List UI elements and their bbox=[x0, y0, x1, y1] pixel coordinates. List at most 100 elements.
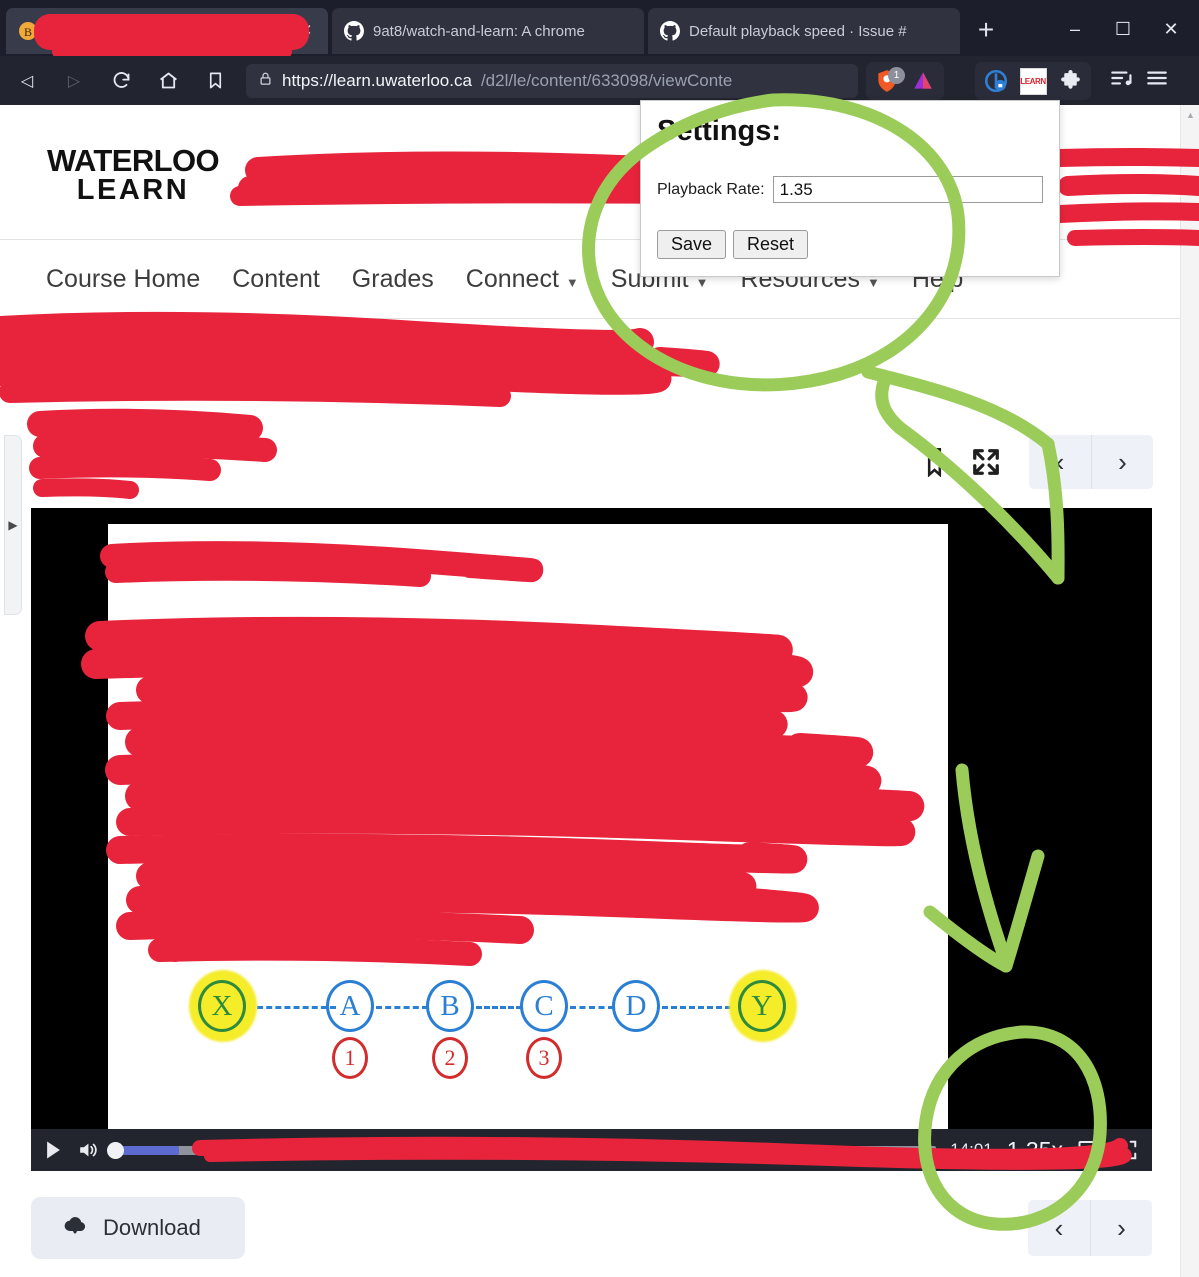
diagram-node-d: D bbox=[612, 980, 660, 1032]
cloud-download-icon bbox=[61, 1212, 89, 1244]
window-controls: – ☐ ✕ bbox=[1053, 10, 1193, 48]
nav-item-grades[interactable]: Grades bbox=[336, 265, 450, 294]
browser-chrome: B × 9at8/watch-and-learn: A chrome Defau… bbox=[0, 0, 1199, 105]
brave-rewards-group: 1 bbox=[866, 62, 944, 100]
url-host: https://learn.uwaterloo.ca bbox=[282, 71, 472, 90]
browser-tab-2-title: 9at8/watch-and-learn: A chrome bbox=[373, 22, 585, 40]
page-scrollbar[interactable]: ▲ bbox=[1180, 105, 1199, 1277]
settings-actions: Save Reset bbox=[657, 230, 1043, 259]
course-title: Winter 202 bbox=[510, 158, 641, 188]
puzzle-extensions-icon[interactable] bbox=[1053, 65, 1087, 97]
chevron-down-icon: ▼ bbox=[866, 275, 880, 290]
back-icon[interactable]: ◁ bbox=[7, 61, 47, 101]
playlist-icon[interactable] bbox=[1104, 62, 1138, 94]
home-icon[interactable] bbox=[148, 61, 188, 101]
address-bar[interactable]: https://learn.uwaterloo.ca/d2l/le/conten… bbox=[246, 64, 858, 98]
screenshot-root: B × 9at8/watch-and-learn: A chrome Defau… bbox=[0, 0, 1199, 1277]
chevron-down-icon: ▼ bbox=[565, 275, 579, 290]
github-icon bbox=[660, 21, 680, 41]
diagram-label-1: 1 bbox=[332, 1037, 368, 1079]
content-pager: ‹ › bbox=[1029, 435, 1153, 489]
reset-button[interactable]: Reset bbox=[733, 230, 809, 259]
diagram-node-x: X bbox=[198, 980, 246, 1032]
slide-diagram: X A B C D Y 1 2 3 bbox=[189, 970, 858, 1099]
playback-rate-label: Playback Rate: bbox=[657, 180, 765, 198]
url-path: /d2l/le/content/633098/viewConte bbox=[480, 71, 733, 90]
download-label: Download bbox=[103, 1215, 201, 1240]
hamburger-menu-icon[interactable] bbox=[1140, 62, 1174, 94]
learn-extension-icon[interactable]: LEARN bbox=[1016, 65, 1050, 97]
bottom-next-button[interactable]: › bbox=[1090, 1200, 1152, 1256]
prev-page-button[interactable]: ‹ bbox=[1029, 435, 1091, 489]
browser-tab-3-title: Default playback speed · Issue # bbox=[689, 22, 907, 40]
diagram-edge bbox=[570, 1006, 614, 1009]
nav-label: Course Home bbox=[46, 265, 201, 293]
extensions-group: LEARN bbox=[975, 62, 1091, 100]
diagram-label-2: 2 bbox=[432, 1037, 468, 1079]
next-page-button[interactable]: › bbox=[1091, 435, 1153, 489]
video-time-display: 14:01 bbox=[950, 1140, 993, 1159]
github-icon bbox=[344, 21, 364, 41]
playback-rate-row: Playback Rate: bbox=[657, 176, 1043, 203]
video-control-bar: 14:01 1.35x bbox=[31, 1129, 1152, 1171]
diagram-edge bbox=[376, 1006, 428, 1009]
diagram-node-a: A bbox=[326, 980, 374, 1032]
page-content: WATERLOO LEARN Winter 202 Course Home Co… bbox=[0, 105, 1199, 1277]
chevron-down-icon: ▼ bbox=[695, 275, 709, 290]
video-playback-rate[interactable]: 1.35x bbox=[1007, 1137, 1063, 1164]
video-slide-frame: X A B C D Y 1 2 3 bbox=[108, 524, 948, 1134]
nav-item-connect[interactable]: Connect ▼ bbox=[450, 265, 595, 294]
scroll-up-icon[interactable]: ▲ bbox=[1181, 106, 1199, 124]
settings-title: Settings: bbox=[657, 115, 782, 147]
shields-badge-count: 1 bbox=[888, 67, 905, 84]
diagram-edge bbox=[248, 1006, 336, 1009]
close-window-button[interactable]: ✕ bbox=[1149, 10, 1193, 48]
browser-navigation-bar: ◁ ▷ https://learn.uwaterloo.ca/d2l/le/co… bbox=[0, 56, 1199, 105]
play-icon[interactable] bbox=[45, 1140, 62, 1160]
learn-extension-label: LEARN bbox=[1019, 67, 1047, 95]
expand-fullscreen-icon[interactable] bbox=[971, 447, 1001, 477]
tab-strip: B × 9at8/watch-and-learn: A chrome Defau… bbox=[0, 0, 1199, 60]
forward-icon[interactable]: ▷ bbox=[54, 61, 94, 101]
browser-tab-3[interactable]: Default playback speed · Issue # bbox=[648, 8, 960, 54]
bookmark-icon[interactable] bbox=[195, 61, 235, 101]
nav-item-content[interactable]: Content bbox=[216, 265, 336, 294]
browser-tail-icons bbox=[1104, 62, 1174, 94]
minimize-button[interactable]: – bbox=[1053, 10, 1097, 48]
settings-popup[interactable]: Settings: Playback Rate: Save Reset bbox=[640, 100, 1060, 277]
nav-label: Content bbox=[232, 265, 320, 293]
maximize-button[interactable]: ☐ bbox=[1101, 10, 1145, 48]
bat-triangle-icon[interactable] bbox=[906, 65, 940, 97]
picture-in-picture-icon[interactable] bbox=[1077, 1139, 1102, 1161]
sidebar-toggle-button[interactable]: ▶ bbox=[4, 435, 22, 615]
diagram-edge bbox=[476, 1006, 522, 1009]
svg-text:B: B bbox=[24, 25, 32, 39]
diagram-node-c: C bbox=[520, 980, 568, 1032]
waterloo-learn-logo[interactable]: WATERLOO LEARN bbox=[47, 145, 220, 206]
nav-item-course-home[interactable]: Course Home bbox=[30, 265, 216, 294]
bottom-prev-button[interactable]: ‹ bbox=[1028, 1200, 1090, 1256]
nav-label: Connect bbox=[465, 265, 559, 293]
new-tab-button[interactable]: + bbox=[968, 14, 1004, 48]
fullscreen-icon[interactable] bbox=[1116, 1139, 1138, 1161]
browser-tab-2[interactable]: 9at8/watch-and-learn: A chrome bbox=[332, 8, 644, 54]
save-button[interactable]: Save bbox=[657, 230, 727, 259]
diagram-node-y: Y bbox=[738, 980, 786, 1032]
privacy-circle-icon[interactable] bbox=[979, 65, 1013, 97]
playback-rate-input[interactable] bbox=[772, 176, 1043, 203]
bottom-pager: ‹ › bbox=[1028, 1200, 1152, 1256]
redaction-mark-tab-title bbox=[34, 14, 309, 60]
nav-label: Grades bbox=[351, 265, 434, 293]
diagram-node-b: B bbox=[426, 980, 474, 1032]
diagram-label-3: 3 bbox=[526, 1037, 562, 1079]
video-progress-scrubber[interactable] bbox=[107, 1141, 937, 1159]
volume-icon[interactable] bbox=[76, 1139, 99, 1161]
reload-icon[interactable] bbox=[101, 61, 141, 101]
video-progress-handle[interactable] bbox=[107, 1141, 124, 1159]
video-player[interactable]: X A B C D Y 1 2 3 14:01 1.35x bbox=[31, 508, 1152, 1171]
bookmark-icon[interactable] bbox=[926, 447, 943, 477]
content-tools: ‹ › bbox=[926, 435, 1153, 489]
download-button[interactable]: Download bbox=[31, 1197, 245, 1259]
brave-shields-icon[interactable]: 1 bbox=[870, 65, 905, 97]
logo-line-2: LEARN bbox=[76, 174, 190, 206]
